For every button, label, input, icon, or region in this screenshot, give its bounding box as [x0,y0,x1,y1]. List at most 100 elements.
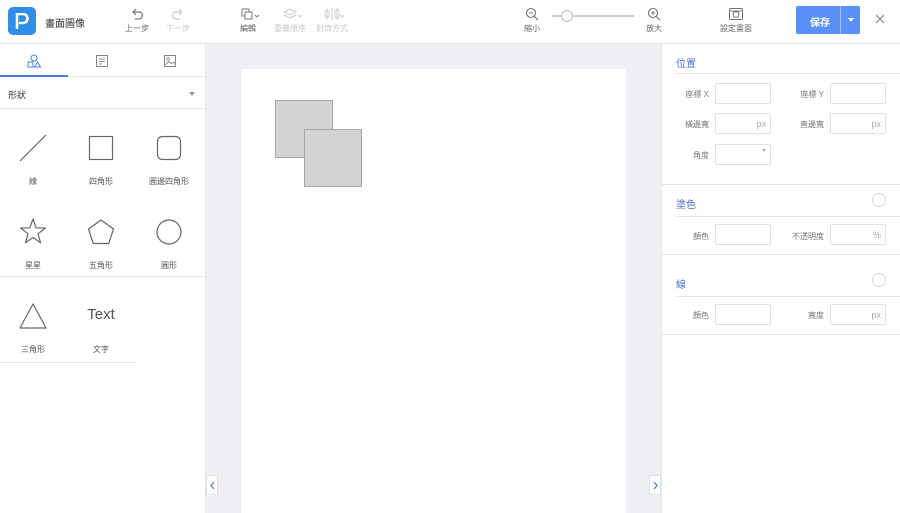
y-input[interactable] [830,83,886,104]
zoom-slider-knob[interactable] [561,10,573,22]
zoom-in-label: 放大 [646,24,662,33]
unit-label: px [871,310,881,320]
shape-text[interactable]: Text 文字 [68,277,134,361]
angle-label: 角度 [693,151,709,160]
canvas-workspace [206,44,661,513]
tab-templates[interactable] [68,44,136,77]
stroke-width-input[interactable]: px [830,304,886,325]
height-input[interactable]: px [830,113,886,134]
stroke-width-label: 寬度 [808,311,824,320]
shape-pentagon[interactable]: 五角形 [68,193,134,277]
shapes-icon [27,54,41,68]
category-label: 形狀 [8,90,27,100]
zoom-in-icon [647,7,661,21]
category-select[interactable]: 形狀 [0,77,206,109]
app-title: 畫面圖像 [45,19,85,30]
section-divider [662,254,900,255]
triangle-icon [19,303,47,329]
layer-order-button[interactable]: 重疊順序 [270,7,310,34]
top-toolbar: 畫面圖像 上一步 下一步 編輯 重疊順序 對齊方式 縮小 放大 設定畫面 保存 [0,0,900,44]
collapse-left-panel-button[interactable] [206,475,218,495]
stroke-color-input[interactable] [715,304,771,325]
shape-row: 線 四角形 圓邊四角形 [0,109,206,193]
zoom-out-button[interactable]: 縮小 [512,7,552,34]
edit-button[interactable]: 編輯 [228,7,268,34]
layer-order-label: 重疊順序 [274,24,306,33]
shape-label: 圓形 [161,261,177,270]
opacity-input[interactable]: % [830,224,886,245]
canvas-page[interactable] [241,69,626,513]
chevron-down-icon [762,149,766,152]
fill-color-label: 顏色 [693,232,709,241]
left-panel: 形狀 線 四角形 圓邊四角形 星星 五角形 圓形 三角形 Text 文字 [0,44,206,513]
circle-icon [156,219,182,245]
shape-label: 四角形 [89,177,113,186]
zoom-slider[interactable] [552,10,634,22]
shape-triangle[interactable]: 三角形 [0,277,66,361]
save-options-dropdown[interactable] [840,6,860,34]
shape-label: 星星 [25,261,41,270]
shape-line[interactable]: 線 [0,109,66,193]
zoom-in-button[interactable]: 放大 [634,7,674,34]
set-screen-label: 設定畫面 [720,24,752,33]
text-icon: Text [87,306,115,323]
section-divider [662,184,900,185]
stroke-color-label: 顏色 [693,311,709,320]
width-input[interactable]: px [715,113,771,134]
zoom-out-icon [525,7,539,21]
shape-label: 文字 [93,345,109,354]
fill-section-title: 塗色 [676,200,696,211]
x-label: 座標 X [685,90,709,99]
pentagon-icon [87,219,115,245]
stroke-toggle[interactable] [872,273,886,287]
shape-row: 三角形 Text 文字 [0,277,206,363]
app-logo [8,7,36,35]
close-icon[interactable] [874,13,886,25]
fill-color-input[interactable] [715,224,771,245]
chevron-left-icon [210,481,215,490]
save-button[interactable]: 保存 [796,6,860,34]
screen-settings-icon [729,8,743,20]
zoom-out-label: 縮小 [524,24,540,33]
redo-icon [171,8,183,20]
set-screen-button[interactable]: 設定畫面 [716,7,756,34]
y-label: 座標 Y [800,90,824,99]
section-divider [676,296,900,297]
line-icon [19,134,47,162]
align-button[interactable]: 對齊方式 [312,7,352,34]
align-label: 對齊方式 [316,24,348,33]
unit-label: % [872,230,881,240]
square-icon [88,135,114,161]
stroke-section-title: 線 [676,280,686,291]
align-icon [324,8,344,20]
position-section-title: 位置 [676,59,696,70]
shape-star[interactable]: 星星 [0,193,66,277]
width-label: 橫邊寬 [685,120,709,129]
chevron-down-icon [189,92,195,96]
panel-tabs [0,44,206,77]
fill-toggle[interactable] [872,193,886,207]
shape-circle[interactable]: 圓形 [136,193,202,277]
section-divider [676,73,900,74]
tab-images[interactable] [136,44,204,77]
template-icon [96,55,108,67]
image-icon [164,55,176,67]
tab-shapes[interactable] [0,44,68,77]
star-icon [20,218,46,244]
shape-label: 圓邊四角形 [149,177,189,186]
unit-label: px [756,119,766,129]
x-input[interactable] [715,83,771,104]
edit-icon [241,8,260,20]
redo-button[interactable]: 下一步 [158,7,198,34]
chevron-right-icon [653,481,658,490]
collapse-right-panel-button[interactable] [649,475,661,495]
shape-label: 線 [29,177,37,186]
angle-select[interactable] [715,144,771,165]
opacity-label: 不透明度 [792,232,824,241]
height-label: 直邊寬 [800,120,824,129]
shape-square[interactable]: 四角形 [68,109,134,193]
canvas-shape-square[interactable] [304,129,362,187]
undo-button[interactable]: 上一步 [117,7,157,34]
shape-label: 三角形 [21,345,45,354]
shape-rounded-square[interactable]: 圓邊四角形 [136,109,202,193]
